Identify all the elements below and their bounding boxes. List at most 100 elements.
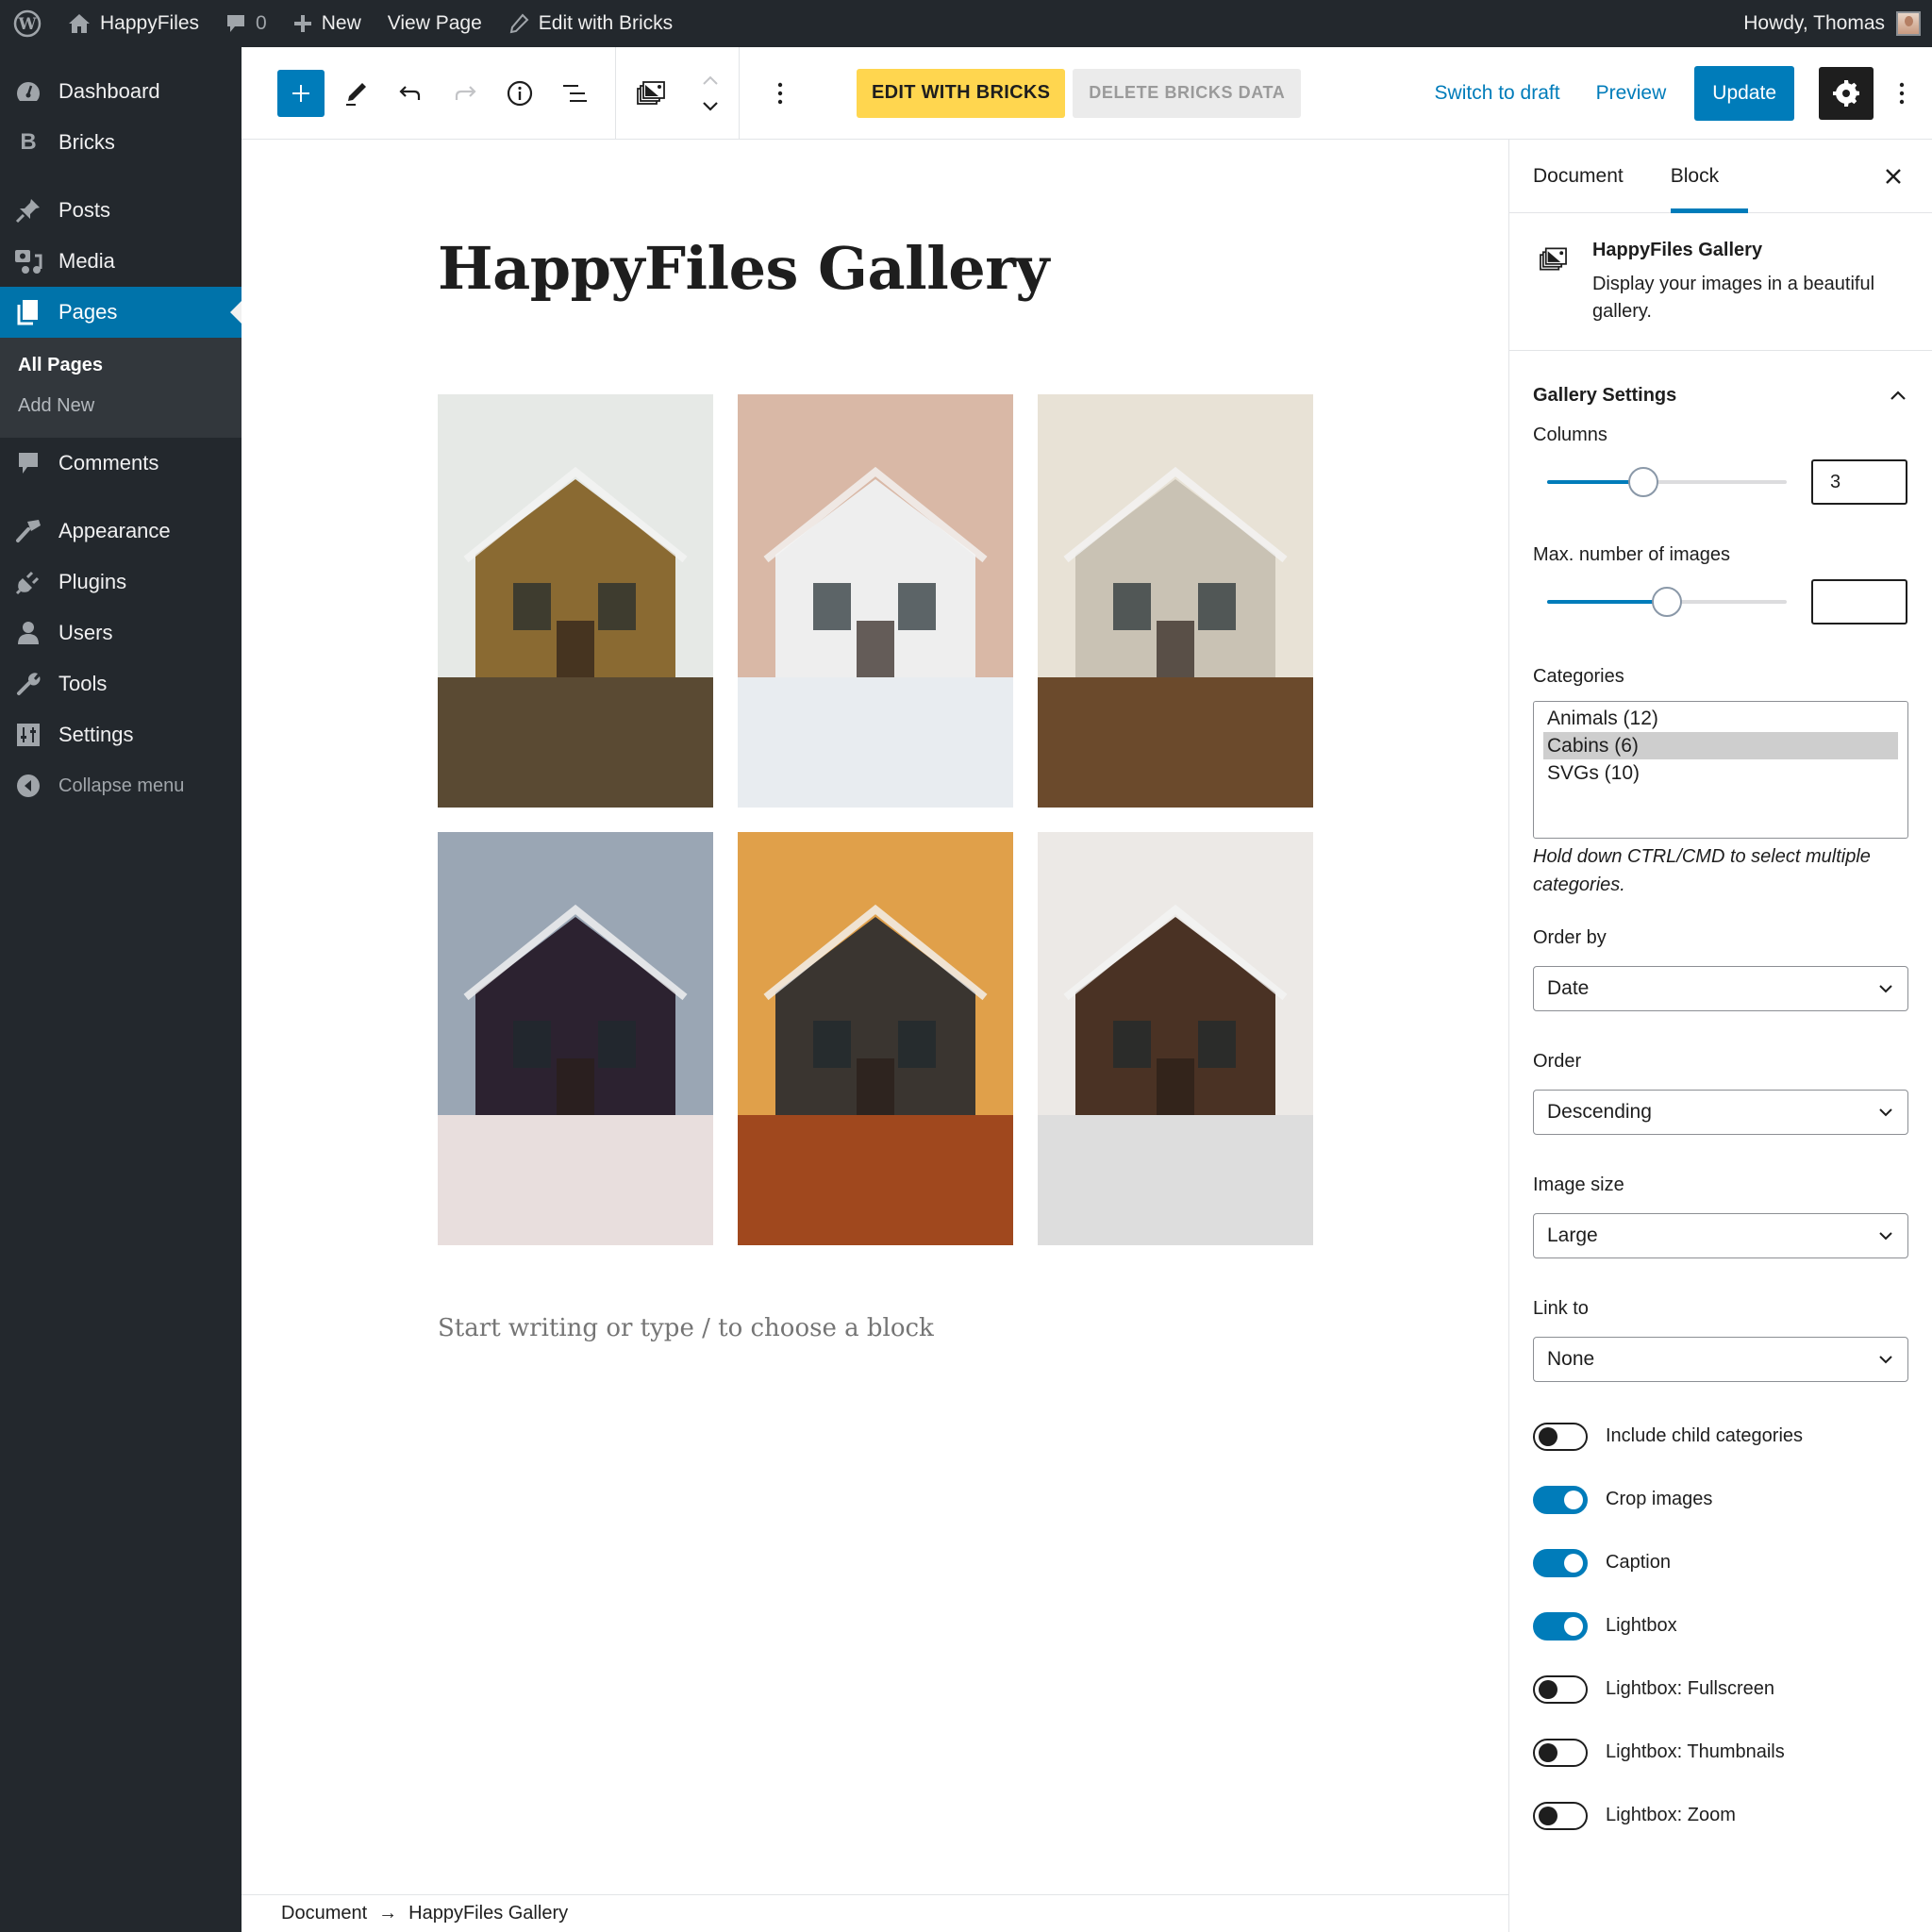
max-images-slider[interactable] xyxy=(1547,583,1787,621)
howdy-user[interactable]: Howdy, Thomas xyxy=(1743,12,1885,35)
block-options-button[interactable] xyxy=(757,70,804,117)
submenu-all-pages[interactable]: All Pages xyxy=(0,345,242,386)
breadcrumb-document[interactable]: Document xyxy=(281,1903,367,1924)
columns-label: Columns xyxy=(1533,425,1607,445)
new-content-link[interactable]: New xyxy=(280,0,375,47)
editor-canvas: HappyFiles Gallery Start writing or type… xyxy=(242,140,1508,1894)
sidebar-item-bricks[interactable]: B Bricks xyxy=(0,117,242,168)
view-page-link[interactable]: View Page xyxy=(375,0,495,47)
comments-count: 0 xyxy=(256,12,267,34)
sidebar-item-plugins[interactable]: Plugins xyxy=(0,557,242,608)
comments-link[interactable]: 0 xyxy=(212,0,280,47)
add-block-button[interactable] xyxy=(277,69,325,117)
switch-to-draft-button[interactable]: Switch to draft xyxy=(1435,82,1560,105)
wordpress-logo-button[interactable]: W xyxy=(0,0,55,47)
new-label: New xyxy=(321,12,361,34)
collapse-menu-button[interactable]: Collapse menu xyxy=(0,760,242,811)
sidebar-item-label: Bricks xyxy=(58,130,115,154)
slider-thumb[interactable] xyxy=(1627,467,1658,497)
columns-slider[interactable] xyxy=(1547,463,1787,501)
slider-thumb[interactable] xyxy=(1652,587,1682,617)
sidebar-item-label: Tools xyxy=(58,672,108,695)
block-card: HappyFiles Gallery Display your images i… xyxy=(1509,213,1932,351)
block-navigation-button[interactable] xyxy=(551,70,598,117)
sidebar-item-comments[interactable]: Comments xyxy=(0,438,242,489)
tab-block[interactable]: Block xyxy=(1647,140,1749,213)
details-button[interactable] xyxy=(496,70,543,117)
gallery-image-ruined-white-cabin[interactable] xyxy=(738,394,1013,808)
happyfiles-gallery-block[interactable] xyxy=(438,394,1313,1245)
sidebar-item-label: Dashboard xyxy=(58,79,160,103)
categories-multiselect[interactable]: Animals (12) Cabins (6) SVGs (10) xyxy=(1533,701,1908,839)
link-to-select[interactable]: None xyxy=(1533,1337,1908,1382)
plus-icon xyxy=(293,14,312,33)
preview-button[interactable]: Preview xyxy=(1596,82,1667,105)
toggle-label: Include child categories xyxy=(1606,1425,1804,1446)
sidebar-item-label: Comments xyxy=(58,451,159,475)
edit-with-bricks-link[interactable]: Edit with Bricks xyxy=(495,0,686,47)
move-up-icon[interactable] xyxy=(701,74,720,87)
image-size-select[interactable]: Large xyxy=(1533,1213,1908,1258)
edit-with-bricks-button[interactable]: EDIT WITH BRICKS xyxy=(857,68,1066,118)
order-value: Descending xyxy=(1547,1101,1652,1123)
settings-button[interactable] xyxy=(1819,66,1874,120)
breadcrumb-current-block[interactable]: HappyFiles Gallery xyxy=(408,1903,568,1924)
gallery-image-stilt-cabin[interactable] xyxy=(438,394,713,808)
block-appender-placeholder[interactable]: Start writing or type / to choose a bloc… xyxy=(438,1314,934,1342)
sidebar-item-media[interactable]: Media xyxy=(0,236,242,287)
columns-input[interactable]: 3 xyxy=(1811,459,1907,505)
toggle-knob xyxy=(1564,1616,1583,1636)
toggle-switch[interactable] xyxy=(1533,1674,1588,1704)
submenu-add-new[interactable]: Add New xyxy=(0,386,242,426)
comment-icon xyxy=(13,448,43,478)
gallery-image-treehouse[interactable] xyxy=(1038,394,1313,808)
site-name-link[interactable]: HappyFiles xyxy=(55,0,212,47)
close-sidebar-button[interactable] xyxy=(1879,162,1907,191)
order-control: Order Descending xyxy=(1509,1051,1932,1135)
gallery-settings-toggle[interactable]: Gallery Settings xyxy=(1509,351,1932,417)
category-option[interactable]: SVGs (10) xyxy=(1543,759,1898,787)
move-down-icon[interactable] xyxy=(701,100,720,113)
sidebar-item-settings[interactable]: Settings xyxy=(0,709,242,760)
post-title[interactable]: HappyFiles Gallery xyxy=(438,234,1049,303)
category-option[interactable]: Cabins (6) xyxy=(1543,732,1898,759)
gallery-image-snowy-dark-cabin[interactable] xyxy=(438,832,713,1245)
categories-label: Categories xyxy=(1533,666,1624,687)
toggle-switch[interactable] xyxy=(1533,1422,1588,1451)
toggle-switch[interactable] xyxy=(1533,1485,1588,1514)
pencil-icon xyxy=(508,13,529,34)
delete-bricks-data-button[interactable]: DELETE BRICKS DATA xyxy=(1073,68,1302,118)
category-option[interactable]: Animals (12) xyxy=(1543,705,1898,732)
toggle-switch[interactable] xyxy=(1533,1801,1588,1830)
toggle-switch[interactable] xyxy=(1533,1738,1588,1767)
view-page-label: View Page xyxy=(387,12,482,34)
undo-button[interactable] xyxy=(387,70,434,117)
media-icon xyxy=(13,246,43,276)
avatar[interactable] xyxy=(1896,11,1921,36)
more-options-button[interactable] xyxy=(1890,70,1913,117)
tools-button[interactable] xyxy=(332,70,379,117)
gallery-image-rustic-barn[interactable] xyxy=(1038,832,1313,1245)
sidebar-item-label: Pages xyxy=(58,300,118,324)
link-to-value: None xyxy=(1547,1348,1595,1370)
sidebar-item-posts[interactable]: Posts xyxy=(0,185,242,236)
sidebar-item-users[interactable]: Users xyxy=(0,608,242,658)
sidebar-item-tools[interactable]: Tools xyxy=(0,658,242,709)
order-by-select[interactable]: Date xyxy=(1533,966,1908,1011)
sidebar-item-pages[interactable]: Pages xyxy=(0,287,242,338)
block-type-button[interactable] xyxy=(627,70,675,117)
sidebar-item-dashboard[interactable]: Dashboard xyxy=(0,66,242,117)
gallery-image-autumn-cabin[interactable] xyxy=(738,832,1013,1245)
toggle-switch[interactable] xyxy=(1533,1548,1588,1577)
redo-button[interactable] xyxy=(441,70,489,117)
sidebar-item-appearance[interactable]: Appearance xyxy=(0,506,242,557)
max-images-input[interactable] xyxy=(1811,579,1907,625)
update-button[interactable]: Update xyxy=(1694,65,1794,121)
toggle-knob xyxy=(1539,1806,1557,1825)
toggle-switch[interactable] xyxy=(1533,1611,1588,1641)
undo-icon xyxy=(399,85,421,100)
order-select[interactable]: Descending xyxy=(1533,1090,1908,1135)
wrench-icon xyxy=(13,669,43,699)
section-title: Gallery Settings xyxy=(1533,384,1677,406)
tab-document[interactable]: Document xyxy=(1509,140,1647,213)
